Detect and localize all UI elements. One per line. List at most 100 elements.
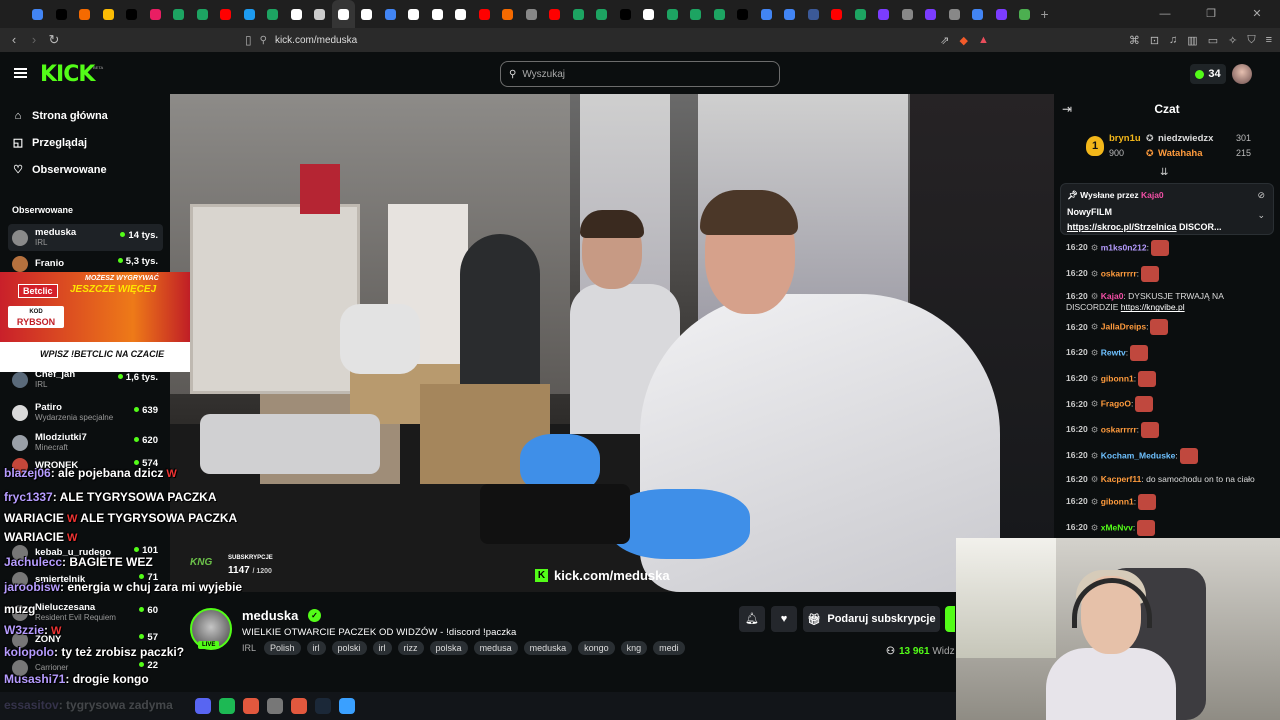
- message-user[interactable]: Kaja0: [1101, 291, 1124, 301]
- stream-tag[interactable]: medusa: [473, 641, 518, 655]
- search-input[interactable]: [522, 68, 763, 80]
- gifter-1-name[interactable]: bryn1u: [1109, 133, 1141, 144]
- notification-bell-button[interactable]: 🔔︎: [739, 606, 765, 632]
- browser-tab[interactable]: [590, 0, 614, 28]
- browser-tab[interactable]: [214, 0, 238, 28]
- browser-tab[interactable]: [355, 0, 379, 28]
- maximize-button[interactable]: ❐: [1188, 0, 1234, 28]
- sidebar-toggle-icon[interactable]: ▥: [1187, 34, 1197, 47]
- browser-tab[interactable]: [919, 0, 943, 28]
- browser-tab[interactable]: [661, 0, 685, 28]
- browser-tab[interactable]: [802, 0, 826, 28]
- nav-browse[interactable]: ◱ Przeglądaj: [0, 129, 170, 156]
- expand-pinned-icon[interactable]: ⌄: [1257, 210, 1265, 221]
- browser-tab[interactable]: [261, 0, 285, 28]
- browser-tab[interactable]: [708, 0, 732, 28]
- message-user[interactable]: Kocham_Meduske: [1101, 450, 1176, 460]
- followed-channel[interactable]: Patiro Wydarzenia specjalne 639: [8, 399, 163, 426]
- kick-logo[interactable]: KICK: [40, 62, 95, 87]
- kicks-balance[interactable]: 34: [1190, 64, 1226, 84]
- message-user[interactable]: Kacperf11: [1101, 474, 1142, 484]
- browser-tab[interactable]: [1013, 0, 1037, 28]
- message-user[interactable]: oskarrrrr: [1101, 424, 1137, 434]
- minimize-button[interactable]: —: [1142, 0, 1188, 28]
- rewards-icon[interactable]: ▲: [978, 34, 989, 46]
- browser-tab[interactable]: [896, 0, 920, 28]
- browser-tab[interactable]: [755, 0, 779, 28]
- message-user[interactable]: Rewtv: [1101, 347, 1126, 357]
- browser-tab[interactable]: [567, 0, 591, 28]
- bookmark-icon[interactable]: ▯: [245, 33, 252, 47]
- pinned-user[interactable]: Kaja0: [1141, 190, 1164, 200]
- stream-tag[interactable]: irl: [372, 641, 392, 655]
- browser-tab[interactable]: [520, 0, 544, 28]
- browser-tab[interactable]: [966, 0, 990, 28]
- browser-tab[interactable]: [285, 0, 309, 28]
- browser-tab[interactable]: [167, 0, 191, 28]
- message-user[interactable]: m1ks0n212: [1101, 242, 1147, 252]
- browser-tab[interactable]: [50, 0, 74, 28]
- unpin-icon[interactable]: ⊘: [1257, 190, 1265, 201]
- followed-channel[interactable]: meduska IRL 14 tys.: [8, 224, 163, 251]
- browser-tab[interactable]: [97, 0, 121, 28]
- message-user[interactable]: xMeNvv: [1101, 522, 1133, 532]
- brave-shield-icon[interactable]: ◆: [959, 34, 967, 47]
- taskbar-app-icon[interactable]: [267, 698, 283, 714]
- menu-icon[interactable]: ≡: [1266, 34, 1272, 46]
- gifter-3-name[interactable]: Watahaha: [1158, 148, 1203, 159]
- browser-tab[interactable]: [449, 0, 473, 28]
- stream-tag[interactable]: kng: [620, 641, 648, 655]
- browser-tab[interactable]: [496, 0, 520, 28]
- new-tab-icon[interactable]: +: [1041, 6, 1049, 22]
- browser-tab[interactable]: [331, 0, 355, 28]
- browser-tab[interactable]: [778, 0, 802, 28]
- betclic-ad-banner[interactable]: Betclic MOŻESZ WYGRYWAĆ JESZCZE WIĘCEJ K…: [0, 272, 190, 372]
- message-link[interactable]: https://kngvibe.pl: [1121, 302, 1185, 312]
- message-user[interactable]: JallaDreips: [1101, 322, 1146, 332]
- browser-tab[interactable]: [426, 0, 450, 28]
- pinned-link[interactable]: https://skroc.pl/Strzelnica: [1067, 222, 1177, 232]
- stream-tag[interactable]: medi: [653, 641, 685, 655]
- taskbar-app-icon[interactable]: [291, 698, 307, 714]
- video-player[interactable]: K kick.com/meduska: [170, 94, 1054, 592]
- screenshot-icon[interactable]: ⊡: [1150, 34, 1159, 47]
- follow-heart-button[interactable]: ♥: [771, 606, 797, 632]
- extension-puzzle-icon[interactable]: ⌘: [1129, 34, 1140, 47]
- stream-tag[interactable]: kongo: [578, 641, 615, 655]
- message-user[interactable]: oskarrrrr: [1101, 268, 1137, 278]
- stream-tag[interactable]: polska: [429, 641, 468, 655]
- browser-tab[interactable]: [731, 0, 755, 28]
- back-icon[interactable]: ‹: [4, 28, 24, 52]
- browser-tab[interactable]: [943, 0, 967, 28]
- browser-tab[interactable]: [473, 0, 497, 28]
- wallet-icon[interactable]: ▭: [1208, 34, 1218, 47]
- search-box[interactable]: ⚲: [500, 61, 780, 87]
- browser-tab[interactable]: [990, 0, 1014, 28]
- taskbar-app-icon[interactable]: [243, 698, 259, 714]
- browser-tab[interactable]: [825, 0, 849, 28]
- browser-tab[interactable]: [614, 0, 638, 28]
- gift-subscription-button[interactable]: 🎁︎ Podaruj subskrypcje: [803, 606, 940, 632]
- browser-tab[interactable]: [191, 0, 215, 28]
- taskbar-app-icon[interactable]: [315, 698, 331, 714]
- browser-tab[interactable]: [637, 0, 661, 28]
- hamburger-menu-icon[interactable]: [14, 68, 27, 78]
- browser-tab[interactable]: [238, 0, 262, 28]
- vpn-icon[interactable]: ⛉: [1247, 34, 1255, 47]
- browser-tab[interactable]: [849, 0, 873, 28]
- leo-icon[interactable]: ✧: [1228, 34, 1237, 47]
- reload-icon[interactable]: ↻: [44, 28, 64, 52]
- media-icon[interactable]: ♫: [1169, 34, 1177, 46]
- share-icon[interactable]: ⇗: [940, 34, 949, 47]
- browser-tab[interactable]: [379, 0, 403, 28]
- browser-tab[interactable]: [144, 0, 168, 28]
- stream-tag[interactable]: rizz: [397, 641, 424, 655]
- message-user[interactable]: gibonn1: [1101, 373, 1134, 383]
- nav-following[interactable]: ♡ Obserwowane: [0, 156, 170, 183]
- browser-tab[interactable]: [543, 0, 567, 28]
- subscribe-button[interactable]: [945, 606, 955, 632]
- browser-tab[interactable]: [73, 0, 97, 28]
- browser-tab[interactable]: [684, 0, 708, 28]
- expand-gifters-icon[interactable]: ⇊: [1160, 167, 1168, 178]
- gifter-2-name[interactable]: niedzwiedzx: [1158, 133, 1213, 144]
